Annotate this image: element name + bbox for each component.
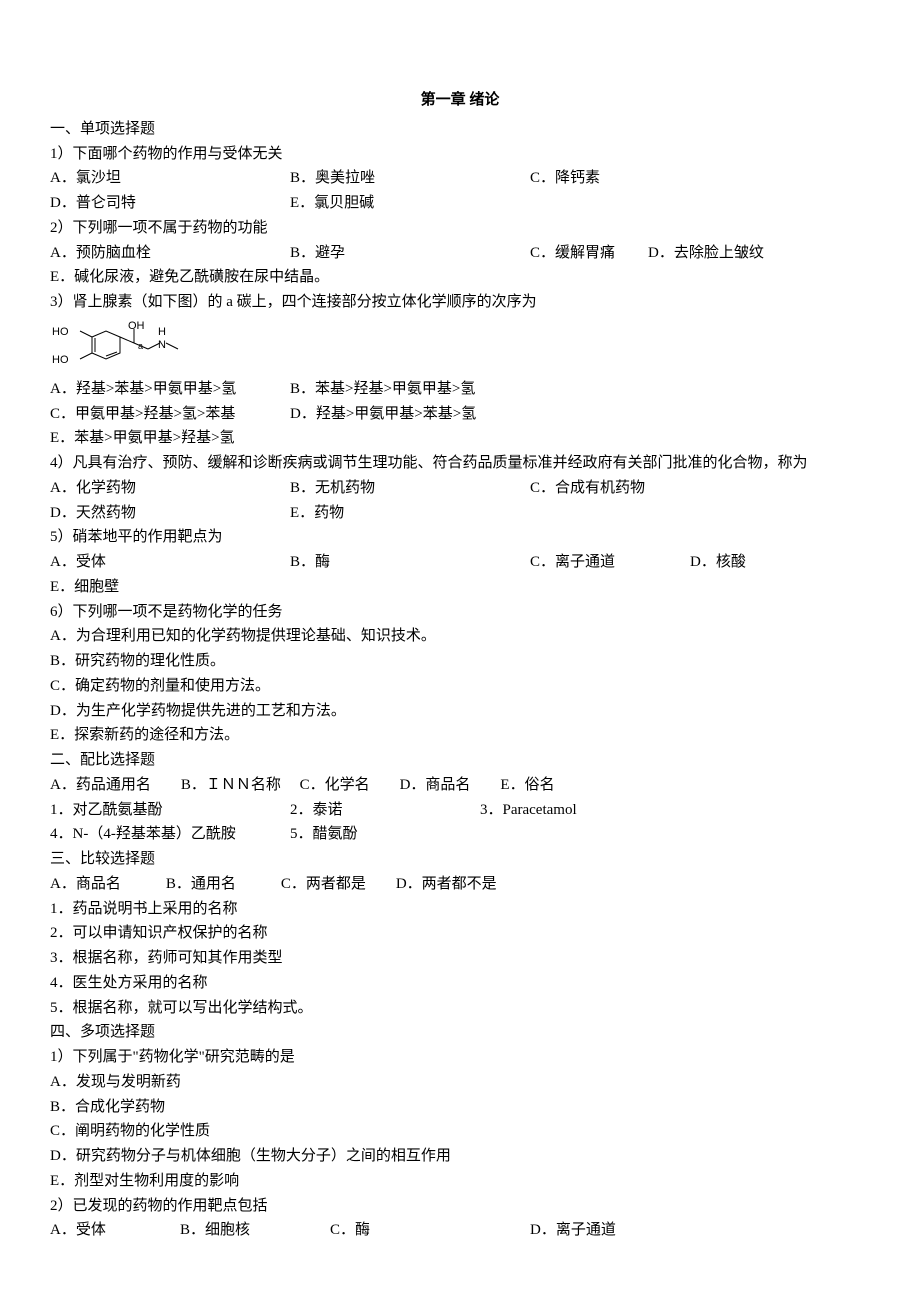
q6-opt-c: C．确定药物的剂量和使用方法。 <box>50 674 870 699</box>
q3-opt-d: D．羟基>甲氨甲基>苯基>氢 <box>290 402 870 427</box>
svg-text:H: H <box>158 326 166 338</box>
q3-opt-a: A．羟基>苯基>甲氨甲基>氢 <box>50 377 290 402</box>
q2-opt-a: A．预防脑血栓 <box>50 241 290 266</box>
q1-opt-a: A．氯沙坦 <box>50 166 290 191</box>
q3-stem: 3）肾上腺素（如下图）的 a 碳上，四个连接部分按立体化学顺序的次序为 <box>50 290 870 315</box>
s4-q1-stem: 1）下列属于"药物化学"研究范畴的是 <box>50 1045 870 1070</box>
section2-heading: 二、配比选择题 <box>50 748 870 773</box>
section4-heading: 四、多项选择题 <box>50 1020 870 1045</box>
q5-opt-d: D．核酸 <box>690 550 870 575</box>
s2-options: A．药品通用名 B．ＩＮＮ名称 C．化学名 D．商品名 E．俗名 <box>50 773 870 798</box>
q1-opt-e: E．氯贝胆碱 <box>290 191 870 216</box>
q5-stem: 5）硝苯地平的作用靶点为 <box>50 525 870 550</box>
s3-item1: 1．药品说明书上采用的名称 <box>50 897 870 922</box>
s2-item5: 5．醋氨酚 <box>290 822 870 847</box>
q1-opt-b: B．奥美拉唑 <box>290 166 530 191</box>
svg-text:HO: HO <box>52 326 69 338</box>
s3-item4: 4．医生处方采用的名称 <box>50 971 870 996</box>
q2-opt-d: D．去除脸上皱纹 <box>648 241 870 266</box>
q4-opt-a: A．化学药物 <box>50 476 290 501</box>
epinephrine-structure-icon: HO HO OH H N a <box>50 321 870 371</box>
s4-q1-a: A．发现与发明新药 <box>50 1070 870 1095</box>
s4-q2-c: C．酶 <box>330 1218 530 1243</box>
q1-opt-c: C．降钙素 <box>530 166 870 191</box>
s4-q2-d: D．离子通道 <box>530 1218 870 1243</box>
svg-text:N: N <box>158 339 166 351</box>
q1-stem: 1）下面哪个药物的作用与受体无关 <box>50 142 870 167</box>
s4-q2-stem: 2）已发现的药物的作用靶点包括 <box>50 1194 870 1219</box>
q4-opt-b: B．无机药物 <box>290 476 530 501</box>
q4-opt-d: D．天然药物 <box>50 501 290 526</box>
q5-opt-c: C．离子通道 <box>530 550 690 575</box>
q6-stem: 6）下列哪一项不是药物化学的任务 <box>50 600 870 625</box>
s4-q2-b: B．细胞核 <box>180 1218 330 1243</box>
q6-opt-d: D．为生产化学药物提供先进的工艺和方法。 <box>50 699 870 724</box>
q6-opt-b: B．研究药物的理化性质。 <box>50 649 870 674</box>
q3-opt-c: C．甲氨甲基>羟基>氢>苯基 <box>50 402 290 427</box>
q2-opt-b: B．避孕 <box>290 241 530 266</box>
q2-stem: 2）下列哪一项不属于药物的功能 <box>50 216 870 241</box>
svg-text:a: a <box>138 341 143 351</box>
s3-item5: 5．根据名称，就可以写出化学结构式。 <box>50 996 870 1021</box>
svg-text:OH: OH <box>128 321 145 332</box>
svg-text:HO: HO <box>52 354 69 366</box>
s4-q2-a: A．受体 <box>50 1218 180 1243</box>
s3-options: A．商品名 B．通用名 C．两者都是 D．两者都不是 <box>50 872 870 897</box>
q3-opt-b: B．苯基>羟基>甲氨甲基>氢 <box>290 377 870 402</box>
s4-q1-b: B．合成化学药物 <box>50 1095 870 1120</box>
s2-item4: 4．N-（4-羟基苯基）乙酰胺 <box>50 822 290 847</box>
q1-opt-d: D．普仑司特 <box>50 191 290 216</box>
s2-item3: 3．Paracetamol <box>480 798 870 823</box>
q5-opt-b: B．酶 <box>290 550 530 575</box>
q4-opt-e: E．药物 <box>290 501 870 526</box>
q2-opt-c: C．缓解胃痛 <box>530 241 648 266</box>
s4-q1-c: C．阐明药物的化学性质 <box>50 1119 870 1144</box>
q3-opt-e: E．苯基>甲氨甲基>羟基>氢 <box>50 426 870 451</box>
q5-opt-a: A．受体 <box>50 550 290 575</box>
q6-opt-a: A．为合理利用已知的化学药物提供理论基础、知识技术。 <box>50 624 870 649</box>
s4-q1-e: E．剂型对生物利用度的影响 <box>50 1169 870 1194</box>
q4-stem: 4）凡具有治疗、预防、缓解和诊断疾病或调节生理功能、符合药品质量标准并经政府有关… <box>50 451 870 476</box>
s4-q1-d: D．研究药物分子与机体细胞（生物大分子）之间的相互作用 <box>50 1144 870 1169</box>
q5-opt-e: E．细胞壁 <box>50 575 870 600</box>
s3-item3: 3．根据名称，药师可知其作用类型 <box>50 946 870 971</box>
q6-opt-e: E．探索新药的途径和方法。 <box>50 723 870 748</box>
s3-item2: 2．可以申请知识产权保护的名称 <box>50 921 870 946</box>
page-title: 第一章 绪论 <box>50 88 870 113</box>
section1-heading: 一、单项选择题 <box>50 117 870 142</box>
s2-item1: 1．对乙酰氨基酚 <box>50 798 290 823</box>
s2-item2: 2．泰诺 <box>290 798 480 823</box>
q4-opt-c: C．合成有机药物 <box>530 476 870 501</box>
q2-opt-e: E．碱化尿液，避免乙酰磺胺在尿中结晶。 <box>50 265 870 290</box>
section3-heading: 三、比较选择题 <box>50 847 870 872</box>
